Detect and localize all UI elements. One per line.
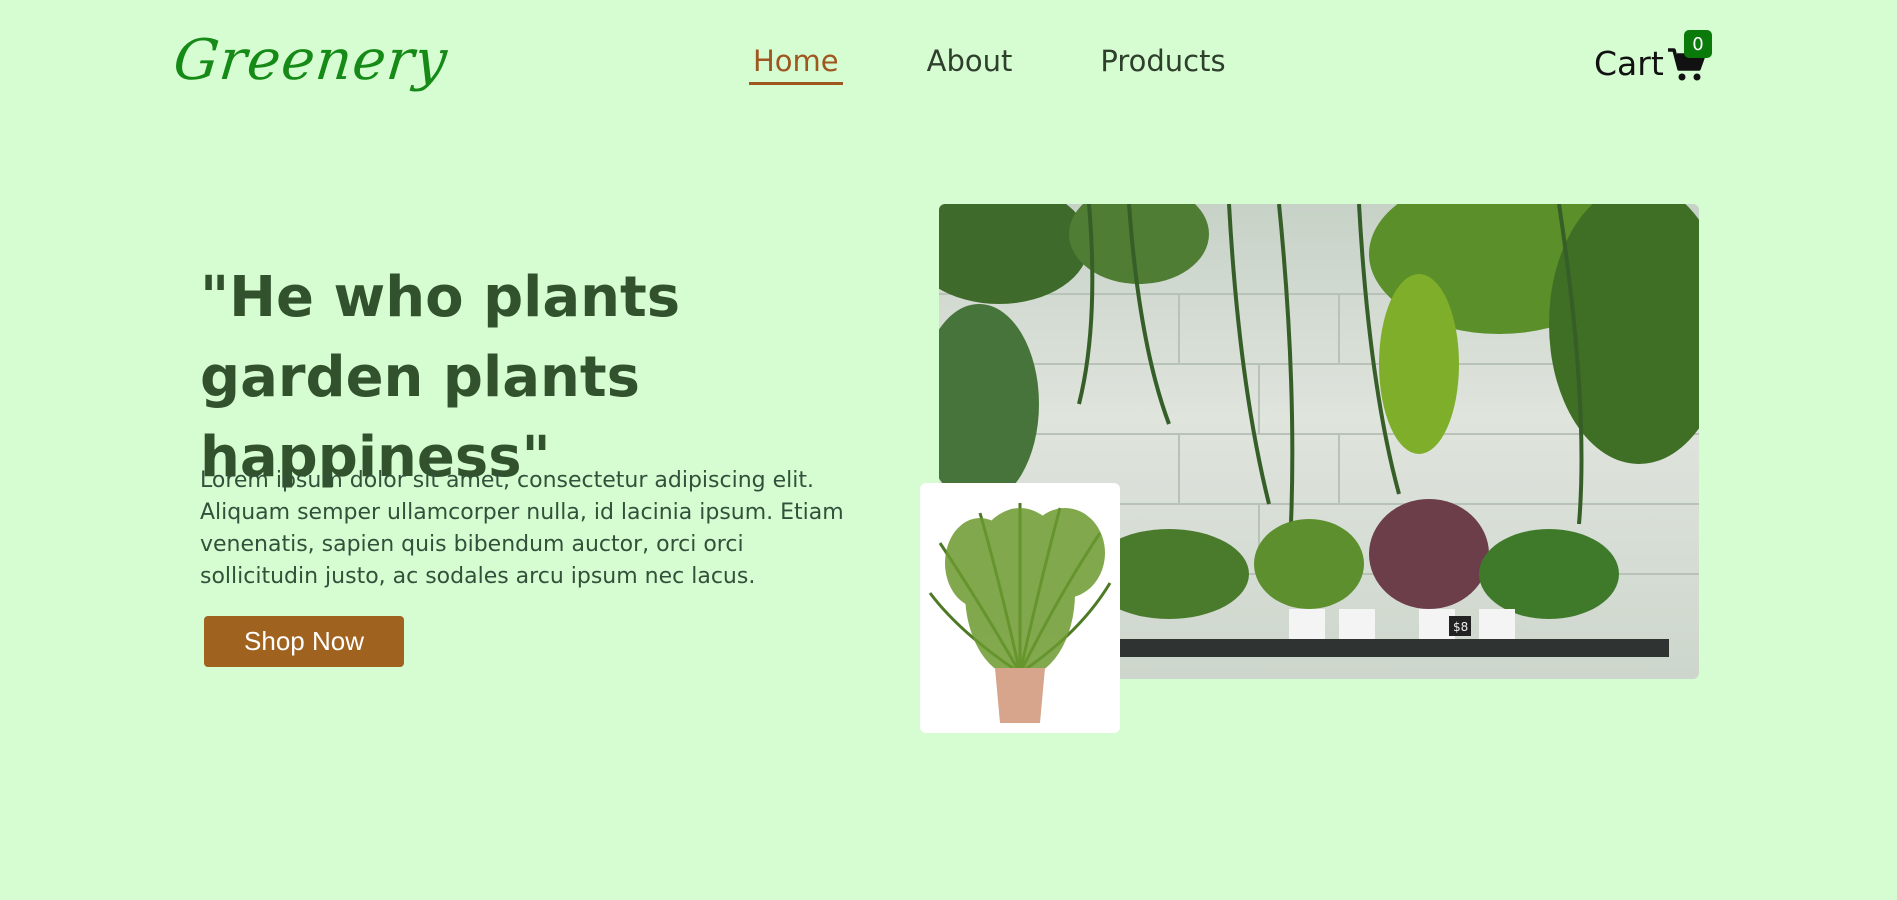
- cart-button[interactable]: Cart 0: [1594, 30, 1712, 84]
- potted-palm-photo: [920, 483, 1120, 733]
- shop-now-button[interactable]: Shop Now: [204, 616, 404, 667]
- nav-link-products[interactable]: Products: [1096, 44, 1229, 85]
- nav-link-about[interactable]: About: [923, 44, 1017, 85]
- cart-count-badge: 0: [1684, 30, 1712, 58]
- potted-palm-illustration: [928, 503, 1112, 723]
- price-tag-label: $8: [1453, 620, 1468, 634]
- brand-logo[interactable]: Greenery: [171, 28, 451, 93]
- hero-title: "He who plants garden plants happiness": [200, 265, 681, 490]
- main-nav: Home About Products: [749, 44, 1230, 85]
- hero-description: Lorem ipsum dolor sit amet, consectetur …: [200, 468, 844, 589]
- nav-link-home[interactable]: Home: [749, 44, 843, 85]
- cart-label: Cart: [1594, 44, 1664, 83]
